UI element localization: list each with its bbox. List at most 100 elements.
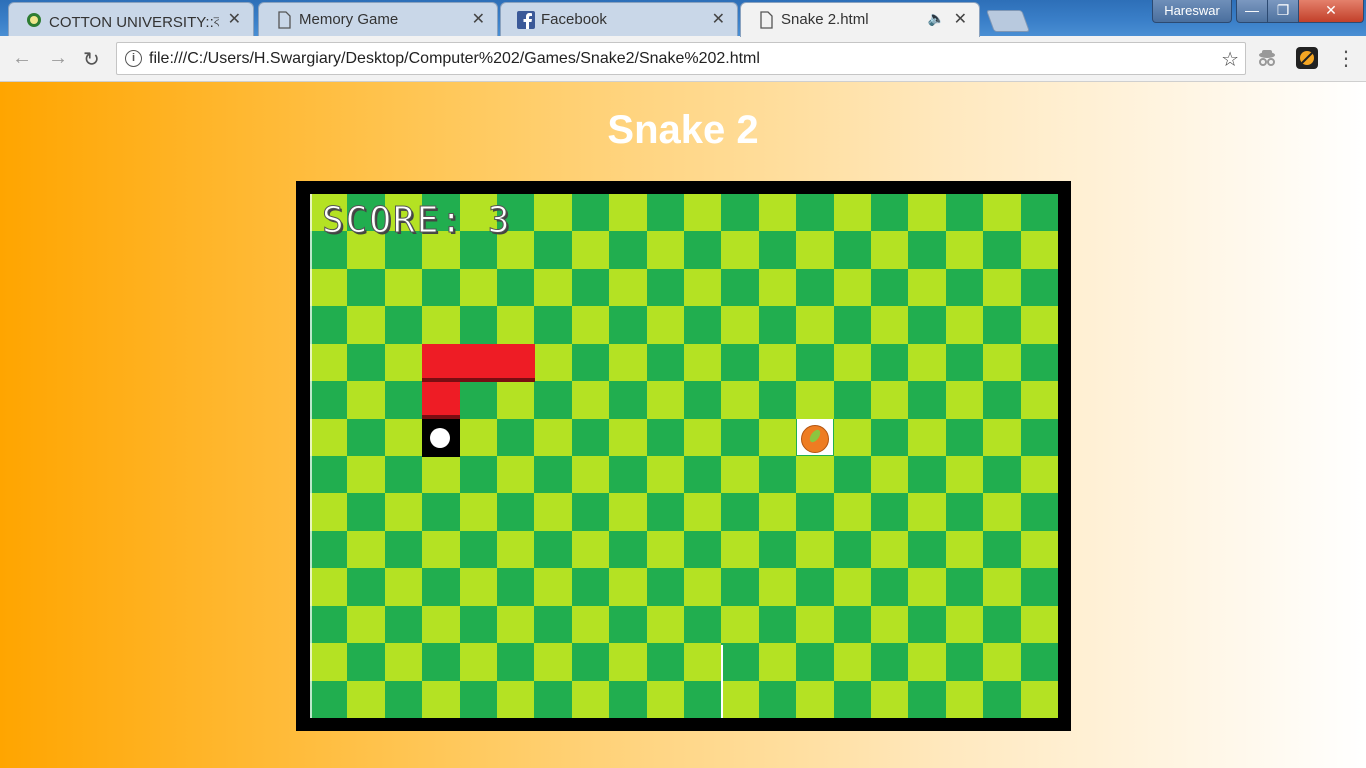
board-cell <box>908 418 947 457</box>
game-board[interactable]: SCORE: 3 <box>310 194 1058 718</box>
board-cell <box>871 231 909 270</box>
board-cell <box>310 680 348 718</box>
board-cell <box>833 381 872 420</box>
board-cell <box>945 530 984 569</box>
page-body: Snake 2 SCORE: 3 <box>0 82 1366 768</box>
user-profile-button[interactable]: Hareswar <box>1152 0 1232 23</box>
render-artifact <box>310 194 312 718</box>
board-cell <box>721 456 760 494</box>
board-cell <box>459 418 498 457</box>
board-cell <box>459 456 498 494</box>
incognito-extension-icon[interactable] <box>1256 47 1278 69</box>
address-url[interactable]: file:///C:/Users/H.Swargiary/Desktop/Com… <box>149 50 760 68</box>
board-cell <box>758 643 797 682</box>
page-title: Snake 2 <box>607 108 759 152</box>
extension-icon[interactable] <box>1296 47 1318 69</box>
maximize-button[interactable]: ❐ <box>1267 0 1299 23</box>
close-window-button[interactable]: ✕ <box>1298 0 1364 23</box>
tab-facebook[interactable]: Facebook ✕ <box>500 2 738 36</box>
board-cell <box>609 493 648 532</box>
board-cell <box>983 530 1022 569</box>
board-cell <box>459 268 498 307</box>
board-cell <box>758 343 797 382</box>
board-cell <box>459 381 498 420</box>
minimize-button[interactable]: — <box>1236 0 1268 23</box>
board-cell <box>983 268 1022 307</box>
board-cell <box>1020 456 1058 494</box>
board-cell <box>908 530 947 569</box>
board-cell <box>422 268 461 307</box>
board-cell <box>758 605 797 644</box>
board-cell <box>459 680 498 718</box>
tab-cotton-university[interactable]: COTTON UNIVERSITY::কট ✕ <box>8 2 254 36</box>
address-bar[interactable]: i file:///C:/Users/H.Swargiary/Desktop/C… <box>116 42 1246 75</box>
board-cell <box>796 343 835 382</box>
board-cell <box>945 456 984 494</box>
new-tab-button[interactable] <box>985 10 1031 32</box>
bookmark-star-icon[interactable]: ☆ <box>1221 47 1239 72</box>
board-cell <box>983 231 1022 270</box>
info-icon[interactable]: i <box>125 50 142 67</box>
board-cell <box>684 493 722 532</box>
board-cell <box>983 605 1022 644</box>
board-cell <box>796 643 835 682</box>
board-cell <box>534 418 573 457</box>
close-tab-icon[interactable]: ✕ <box>472 9 485 29</box>
forward-button[interactable]: → <box>48 47 68 70</box>
board-cell <box>347 268 386 307</box>
tab-title: Facebook <box>541 11 607 28</box>
board-cell <box>347 493 386 532</box>
snake-body-segment <box>422 381 461 420</box>
board-cell <box>422 306 461 345</box>
board-cell <box>684 343 722 382</box>
board-cell <box>459 493 498 532</box>
board-cell <box>721 605 760 644</box>
page-icon <box>760 11 773 29</box>
reload-button[interactable]: ↻ <box>83 47 100 72</box>
board-cell <box>758 530 797 569</box>
board-cell <box>646 268 685 307</box>
board-cell <box>497 493 535 532</box>
close-tab-icon[interactable]: ✕ <box>954 9 967 29</box>
board-cell <box>422 680 461 718</box>
menu-icon[interactable]: ⋮ <box>1336 46 1356 71</box>
board-cell <box>646 493 685 532</box>
board-cell <box>1020 605 1058 644</box>
board-cell <box>1020 568 1058 607</box>
board-cell <box>833 493 872 532</box>
speaker-icon[interactable]: 🔈 <box>928 10 945 27</box>
tab-snake-2[interactable]: Snake 2.html 🔈 ✕ <box>740 2 980 37</box>
board-cell <box>609 306 648 345</box>
board-cell <box>571 568 610 607</box>
board-cell <box>945 381 984 420</box>
close-tab-icon[interactable]: ✕ <box>712 9 725 29</box>
snake-body-segment <box>459 343 498 382</box>
board-cell <box>534 231 573 270</box>
board-cell <box>384 643 423 682</box>
board-cell <box>534 605 573 644</box>
board-cell <box>497 306 535 345</box>
close-tab-icon[interactable]: ✕ <box>228 9 241 29</box>
board-cell <box>384 306 423 345</box>
tab-memory-game[interactable]: Memory Game ✕ <box>258 2 498 36</box>
board-cell <box>796 680 835 718</box>
board-cell <box>833 456 872 494</box>
board-cell <box>1020 530 1058 569</box>
back-button[interactable]: ← <box>12 47 32 70</box>
board-cell <box>721 343 760 382</box>
board-cell <box>534 268 573 307</box>
board-cell <box>983 343 1022 382</box>
board-cell <box>945 643 984 682</box>
board-cell <box>422 605 461 644</box>
board-cell <box>609 456 648 494</box>
board-cell <box>796 306 835 345</box>
board-cell <box>534 343 573 382</box>
board-cell <box>384 418 423 457</box>
board-cell <box>945 605 984 644</box>
board-cell <box>609 568 648 607</box>
board-cell <box>796 530 835 569</box>
board-cell <box>646 456 685 494</box>
board-cell <box>646 306 685 345</box>
board-cell <box>571 493 610 532</box>
board-cell <box>833 231 872 270</box>
